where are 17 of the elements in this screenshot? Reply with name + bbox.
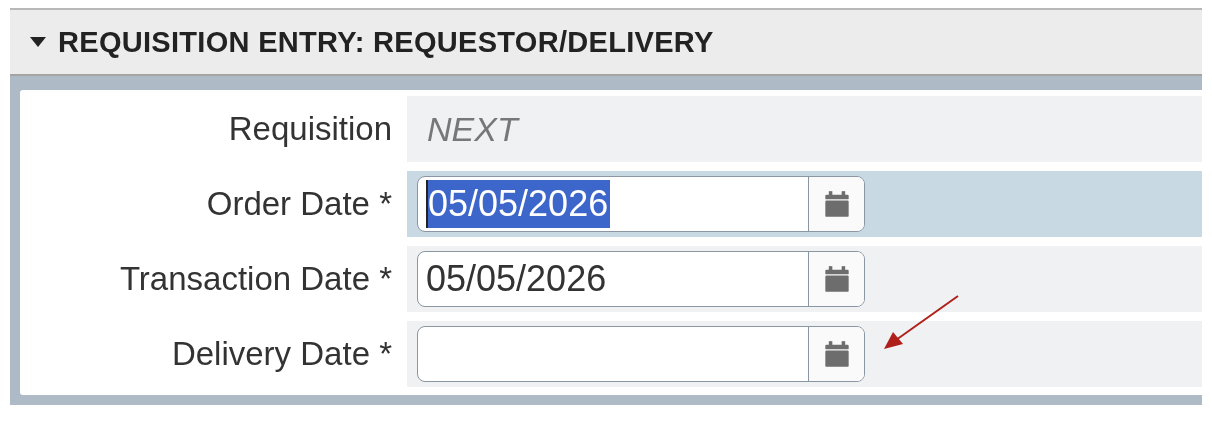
field-label: Requisition [227,109,393,149]
date-field[interactable] [417,326,865,382]
calendar-button[interactable] [808,177,864,231]
calendar-icon [822,265,851,293]
field-label: Order Date * [205,184,393,224]
caret-down-icon [30,37,46,47]
section-title: REQUISITION ENTRY: REQUESTOR/DELIVERY [58,25,714,59]
field-label: Transaction Date * [118,259,393,299]
field-label: Delivery Date * [170,334,393,374]
field-value: NEXT [426,109,518,149]
date-field[interactable]: 05/05/2026 [417,176,865,232]
calendar-icon [822,340,851,368]
calendar-icon [822,190,851,218]
calendar-button[interactable] [808,252,864,306]
section-header[interactable]: REQUISITION ENTRY: REQUESTOR/DELIVERY [10,8,1202,76]
date-field[interactable]: 05/05/2026 [417,251,865,307]
calendar-button[interactable] [808,327,864,381]
